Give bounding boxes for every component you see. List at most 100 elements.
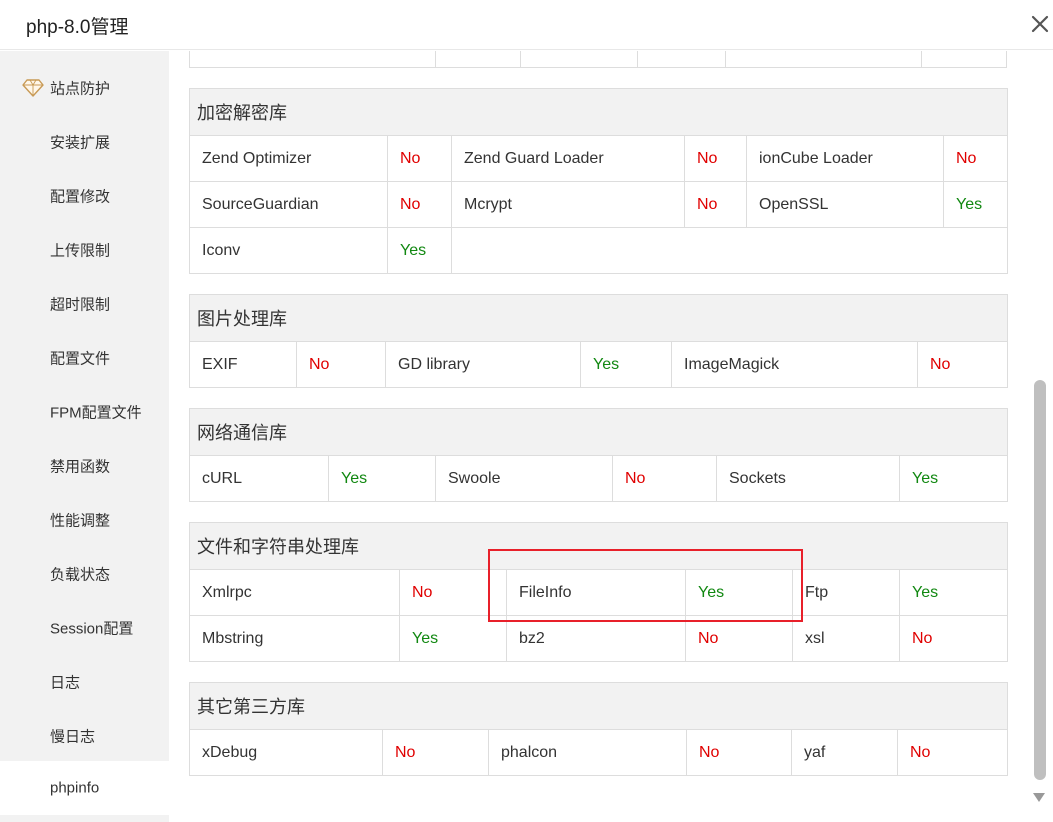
sidebar-item-log[interactable]: 日志	[0, 655, 169, 709]
table-crypto-libraries: 加密解密库 Zend Optimizer No Zend Guard Loade…	[189, 88, 1008, 274]
extension-status: Yes	[943, 181, 1008, 228]
extension-name: Swoole	[435, 455, 613, 502]
table-row: Iconv Yes	[189, 227, 1008, 274]
extension-name: yaf	[791, 729, 898, 776]
sidebar-item-disabled-functions[interactable]: 禁用函数	[0, 439, 169, 493]
extension-name: OpenSSL	[746, 181, 944, 228]
sidebar-item-label: 超时限制	[50, 296, 111, 314]
sidebar-item-performance[interactable]: 性能调整	[0, 493, 169, 547]
table-row: EXIF No GD library Yes ImageMagick No	[189, 341, 1008, 388]
extension-name: SourceGuardian	[189, 181, 388, 228]
scroll-down-arrow-icon[interactable]	[1033, 793, 1045, 802]
extension-status: Yes	[899, 455, 1008, 502]
extension-name: ionCube Loader	[746, 135, 944, 182]
extension-name: FileInfo	[506, 569, 686, 616]
sidebar-item-site-protection[interactable]: 站点防护	[0, 61, 169, 115]
extension-status: No	[612, 455, 717, 502]
extension-name: Ftp	[792, 569, 900, 616]
table-row: xDebug No phalcon No yaf No	[189, 729, 1008, 776]
extension-status: No	[382, 729, 489, 776]
table-network-libraries: 网络通信库 cURL Yes Swoole No Sockets Yes	[189, 408, 1008, 502]
extension-name: Sockets	[716, 455, 900, 502]
sidebar-item-label: FPM配置文件	[50, 404, 142, 422]
scrolled-table-remnant	[189, 51, 1007, 68]
extension-status: No	[897, 729, 1008, 776]
table-row: Mbstring Yes bz2 No xsl No	[189, 615, 1008, 662]
sidebar-item-load-status[interactable]: 负载状态	[0, 547, 169, 601]
sidebar-item-label: 上传限制	[50, 242, 111, 260]
sidebar-item-session-config[interactable]: Session配置	[0, 601, 169, 655]
sidebar-item-install-extension[interactable]: 安装扩展	[0, 115, 169, 169]
gem-icon	[22, 79, 44, 97]
extension-status: No	[387, 135, 452, 182]
table-image-libraries: 图片处理库 EXIF No GD library Yes ImageMagick…	[189, 294, 1008, 388]
extension-status: No	[684, 135, 747, 182]
sidebar-item-upload-limit[interactable]: 上传限制	[0, 223, 169, 277]
table-row: Xmlrpc No FileInfo Yes Ftp Yes	[189, 569, 1008, 616]
sidebar-item-label: 日志	[50, 674, 81, 692]
extension-status: No	[399, 569, 507, 616]
sidebar-item-label: 负载状态	[50, 566, 111, 584]
extension-status: No	[917, 341, 1008, 388]
extension-status: Yes	[328, 455, 436, 502]
extension-name: ImageMagick	[671, 341, 918, 388]
extension-name: GD library	[385, 341, 581, 388]
sidebar-item-label: 配置文件	[50, 350, 111, 368]
sidebar-item-label: 安装扩展	[50, 134, 111, 152]
table-row: cURL Yes Swoole No Sockets Yes	[189, 455, 1008, 502]
section-title: 其它第三方库	[189, 682, 1008, 730]
extension-status: Yes	[899, 569, 1008, 616]
extension-name: bz2	[506, 615, 686, 662]
extension-name: xsl	[792, 615, 900, 662]
title-bar: php-8.0管理	[0, 0, 1053, 50]
sidebar-item-label: Session配置	[50, 620, 134, 638]
close-icon[interactable]	[1028, 12, 1052, 36]
extension-name: xDebug	[189, 729, 383, 776]
sidebar-item-label: 性能调整	[50, 512, 111, 530]
section-title: 加密解密库	[189, 88, 1008, 136]
sidebar-item-label: 配置修改	[50, 188, 111, 206]
table-row: SourceGuardian No Mcrypt No OpenSSL Yes	[189, 181, 1008, 228]
sidebar-item-timeout-limit[interactable]: 超时限制	[0, 277, 169, 331]
extension-name: Mcrypt	[451, 181, 685, 228]
extension-name: Zend Optimizer	[189, 135, 388, 182]
section-title: 网络通信库	[189, 408, 1008, 456]
scrollbar-thumb[interactable]	[1034, 380, 1046, 780]
table-third-party-libraries: 其它第三方库 xDebug No phalcon No yaf No	[189, 682, 1008, 776]
extension-name: Iconv	[189, 227, 388, 274]
table-row: Zend Optimizer No Zend Guard Loader No i…	[189, 135, 1008, 182]
sidebar-item-fpm-config[interactable]: FPM配置文件	[0, 385, 169, 439]
sidebar-item-label: 禁用函数	[50, 458, 111, 476]
extension-status: Yes	[399, 615, 507, 662]
extension-name: phalcon	[488, 729, 687, 776]
section-title: 图片处理库	[189, 294, 1008, 342]
sidebar-item-label: phpinfo	[50, 779, 100, 797]
extension-status: No	[899, 615, 1008, 662]
extension-name: EXIF	[189, 341, 297, 388]
extension-status: Yes	[685, 569, 793, 616]
sidebar-item-slow-log[interactable]: 慢日志	[0, 709, 169, 763]
empty-cell	[451, 227, 1008, 274]
extension-name: Mbstring	[189, 615, 400, 662]
extension-status: No	[684, 181, 747, 228]
window-title: php-8.0管理	[26, 17, 129, 38]
sidebar-item-phpinfo[interactable]: phpinfo	[0, 761, 169, 815]
extension-name: Zend Guard Loader	[451, 135, 685, 182]
table-file-string-libraries: 文件和字符串处理库 Xmlrpc No FileInfo Yes Ftp Yes…	[189, 522, 1008, 662]
extension-name: Xmlrpc	[189, 569, 400, 616]
extension-status: No	[685, 615, 793, 662]
extension-status: No	[943, 135, 1008, 182]
sidebar-item-config-file[interactable]: 配置文件	[0, 331, 169, 385]
sidebar-item-label: 慢日志	[50, 728, 96, 746]
extension-status: No	[387, 181, 452, 228]
section-title: 文件和字符串处理库	[189, 522, 1008, 570]
phpinfo-panel: 加密解密库 Zend Optimizer No Zend Guard Loade…	[169, 51, 1031, 822]
extension-status: Yes	[387, 227, 452, 274]
extension-name: cURL	[189, 455, 329, 502]
sidebar-item-config-edit[interactable]: 配置修改	[0, 169, 169, 223]
extension-status: No	[296, 341, 386, 388]
sidebar-item-label: 站点防护	[50, 80, 111, 98]
extension-status: Yes	[580, 341, 672, 388]
extension-status: No	[686, 729, 792, 776]
sidebar: 站点防护 安装扩展 配置修改 上传限制 超时限制 配置文件 FPM配置文件 禁用…	[0, 51, 169, 822]
